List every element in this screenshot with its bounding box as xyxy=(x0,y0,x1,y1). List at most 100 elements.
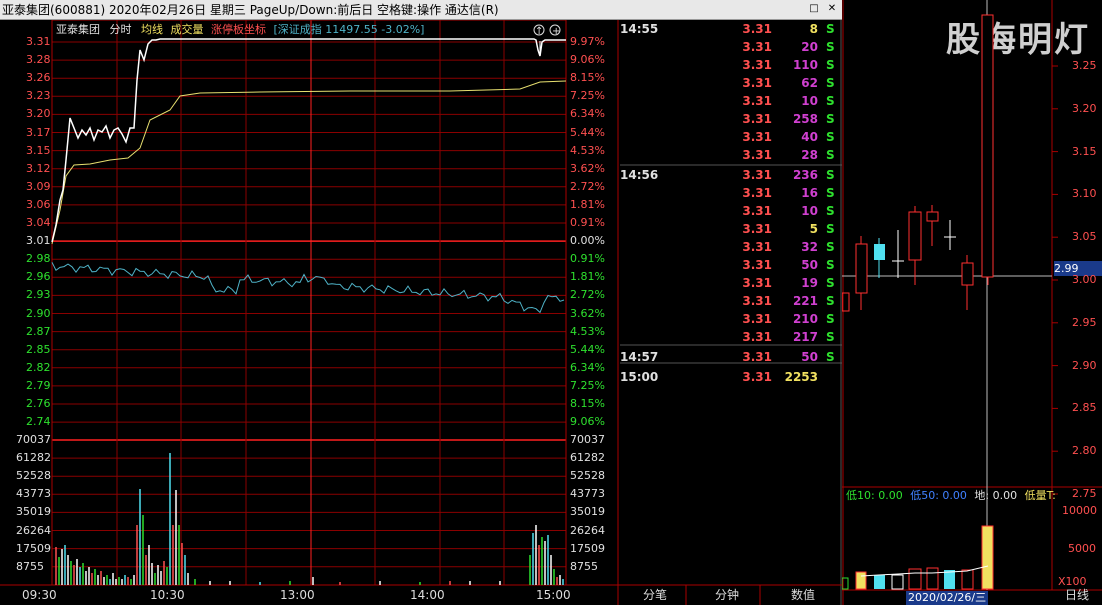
time-tick: 14:00 xyxy=(410,588,445,602)
index-line xyxy=(51,262,565,314)
volume-tick: 70037 xyxy=(570,433,605,446)
time-tick: 09:30 xyxy=(22,588,57,602)
time-tick: 10:30 xyxy=(150,588,185,602)
indicator-ground: 地: 0.00 xyxy=(974,489,1018,502)
kline-volume xyxy=(842,525,994,590)
volume-tick: 52528 xyxy=(570,469,605,483)
tab-trades[interactable]: 分笔 xyxy=(620,586,690,605)
svg-text:↑: ↑ xyxy=(535,26,543,37)
tab-data[interactable]: 数值 xyxy=(764,586,842,605)
kline-price-tick: 3.25 xyxy=(1072,59,1097,72)
percent-tick: 2.72% xyxy=(570,288,605,302)
volume-legend: 成交量 xyxy=(170,23,204,36)
price-tick: 2.96 xyxy=(26,270,51,284)
limit-axis-legend: 涨停板坐标 xyxy=(211,23,266,36)
kline-price-tick: 3.05 xyxy=(1072,230,1097,244)
percent-tick: 3.62% xyxy=(570,306,605,320)
percent-tick: 5.44% xyxy=(570,342,605,356)
price-tick: 3.31 xyxy=(26,35,51,48)
price-tick: 2.98 xyxy=(26,252,51,266)
volume-tick: 61282 xyxy=(16,451,51,465)
percent-tick: 9.06% xyxy=(570,415,605,429)
minute-grid-vertical xyxy=(116,20,505,585)
restore-icon[interactable]: □ xyxy=(808,3,820,15)
percent-tick: 3.62% xyxy=(570,161,605,175)
window-titlebar: 亚泰集团(600881) 2020年02月26日 星期三 PageUp/Down… xyxy=(0,0,842,20)
kline-indicator: 低10: 0.00 低50: 0.00 地: 0.00 低量T: xyxy=(846,490,1056,502)
volume-tick: 52528 xyxy=(16,469,51,483)
price-tick: 3.12 xyxy=(26,161,51,175)
minute-grid xyxy=(52,41,566,568)
price-tick: 2.74 xyxy=(26,415,51,429)
volume-tick: 8755 xyxy=(16,559,44,573)
kline-price-tick: 2.80 xyxy=(1072,444,1097,458)
kline-ticks xyxy=(1052,65,1058,495)
price-tick: 3.28 xyxy=(26,53,51,67)
current-price: 2.99 xyxy=(1054,262,1079,275)
price-tick: 3.15 xyxy=(26,143,51,157)
kline-price-tick: 2.90 xyxy=(1072,358,1097,372)
volume-tick: 17509 xyxy=(16,541,51,555)
candles xyxy=(842,14,994,312)
trade-panel-lines xyxy=(620,20,842,605)
price-tick: 2.93 xyxy=(26,288,51,302)
indicator-lowvol: 低量T: xyxy=(1024,489,1056,502)
scroll-buttons[interactable]: ↑ + xyxy=(533,24,561,37)
kline-price-tick: 3.10 xyxy=(1072,187,1097,201)
percent-tick: 7.25% xyxy=(570,89,605,103)
kline-price-tick: 2.75 xyxy=(1072,487,1097,500)
percent-tick: 8.15% xyxy=(570,397,605,410)
percent-tick: 4.53% xyxy=(570,324,605,338)
percent-tick: 1.81% xyxy=(570,197,605,211)
mode-tab[interactable]: 分时 xyxy=(110,23,132,36)
volume-tick: 43773 xyxy=(16,487,51,501)
avg-line-legend: 均线 xyxy=(141,23,163,36)
stock-name: 亚泰集团 xyxy=(56,23,100,36)
volume-tick: 43773 xyxy=(570,487,605,501)
kline-vol-tick: 10000 xyxy=(1062,504,1097,517)
price-tick: 3.23 xyxy=(26,89,51,103)
price-tick: 2.76 xyxy=(26,397,51,410)
price-tick: 3.04 xyxy=(26,216,51,229)
price-tick: 2.85 xyxy=(26,342,51,356)
percent-tick: 6.34% xyxy=(570,360,605,374)
price-tick: 3.26 xyxy=(26,71,51,85)
time-tick: 13:00 xyxy=(280,588,315,602)
percent-tick: 0.91% xyxy=(570,216,605,229)
percent-tick: 4.53% xyxy=(570,143,605,157)
percent-tick: 2.72% xyxy=(570,179,605,193)
minute-chart[interactable]: ↑ + xyxy=(0,20,620,605)
volume-tick: 8755 xyxy=(570,559,598,573)
time-tick: 15:00 xyxy=(536,588,571,602)
tab-minute[interactable]: 分钟 xyxy=(690,586,764,605)
kline-price-tick: 3.00 xyxy=(1072,273,1097,286)
volume-tick: 26264 xyxy=(16,523,51,537)
kline-price-tick: 2.85 xyxy=(1072,401,1097,415)
price-tick: 3.09 xyxy=(26,179,51,193)
percent-tick: 9.06% xyxy=(570,53,605,67)
volume-tick: 17509 xyxy=(570,541,605,555)
price-tick: 3.17 xyxy=(26,125,51,139)
close-icon[interactable]: ✕ xyxy=(826,3,838,15)
volume-tick: 61282 xyxy=(570,451,605,465)
percent-tick: 5.44% xyxy=(570,125,605,139)
percent-tick: 0.91% xyxy=(570,252,605,266)
average-price-line xyxy=(51,80,567,245)
price-tick: 2.79 xyxy=(26,378,51,392)
svg-text:+: + xyxy=(552,26,560,37)
kline-vol-tick: 5000 xyxy=(1068,542,1096,555)
volume-tick: 35019 xyxy=(16,505,51,519)
percent-tick: 0.00% xyxy=(570,234,605,248)
volume-tick: 35019 xyxy=(570,505,605,519)
kline-date: 2020/02/26/三 xyxy=(908,591,987,604)
price-tick: 2.87 xyxy=(26,324,51,338)
percent-tick: 9.97% xyxy=(570,35,605,48)
window-title: 亚泰集团(600881) 2020年02月26日 星期三 PageUp/Down… xyxy=(2,3,499,17)
percent-tick: 8.15% xyxy=(570,71,605,85)
price-tick: 3.20 xyxy=(26,107,51,121)
tab-daily[interactable]: 日线 xyxy=(1054,586,1100,605)
price-line xyxy=(51,38,566,243)
kline-price-tick: 2.95 xyxy=(1072,315,1097,329)
price-tick: 2.82 xyxy=(26,360,51,374)
indicator-low10: 低10: 0.00 xyxy=(846,489,903,502)
